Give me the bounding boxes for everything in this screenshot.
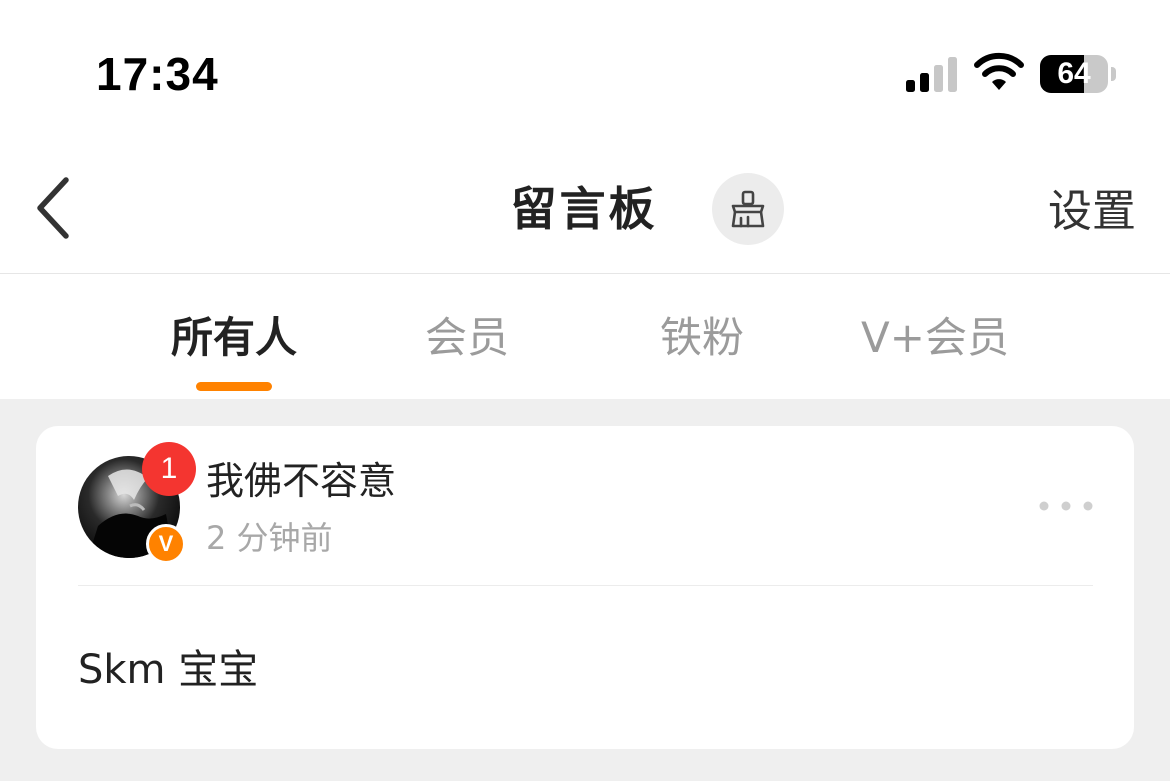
status-bar: 17:34 64 [0, 0, 1170, 140]
tab-iron-fans[interactable]: 铁粉 [655, 310, 749, 400]
card-divider [78, 585, 1093, 586]
message-card[interactable]: 1 V 我佛不容意 2 分钟前 Skm 宝宝 [36, 426, 1134, 749]
verified-mark: V [158, 531, 174, 556]
more-button[interactable] [1036, 492, 1096, 520]
battery-tip [1111, 67, 1116, 81]
filter-tabs: 所有人 会员 铁粉 V+会员 [0, 274, 1170, 399]
username[interactable]: 我佛不容意 [206, 456, 396, 506]
page-title: 留言板 [510, 182, 658, 236]
broom-icon [731, 190, 765, 228]
tab-members[interactable]: 会员 [420, 310, 514, 400]
settings-button[interactable]: 设置 [1048, 184, 1136, 240]
active-tab-indicator [196, 382, 272, 391]
verified-badge: V [146, 524, 186, 564]
unread-badge: 1 [142, 442, 196, 496]
tab-all[interactable]: 所有人 [166, 310, 302, 400]
battery-body: 64 [1040, 55, 1108, 93]
status-time: 17:34 [96, 48, 219, 100]
message-text: Skm 宝宝 [78, 647, 259, 693]
nav-title-wrap: 留言板 [0, 178, 1170, 240]
clean-button[interactable] [712, 173, 784, 245]
chevron-left-icon [37, 177, 69, 239]
more-icon [1039, 501, 1093, 511]
message-list: 1 V 我佛不容意 2 分钟前 Skm 宝宝 [0, 399, 1170, 781]
tab-label: 铁粉 [659, 313, 744, 362]
tab-label: V+会员 [861, 313, 1009, 362]
battery-icon: 64 [1040, 55, 1118, 93]
post-time: 2 分钟前 [206, 519, 333, 557]
wifi-icon [974, 52, 1024, 90]
tab-vplus-members[interactable]: V+会员 [860, 310, 1010, 400]
signal-icon [906, 57, 957, 92]
tab-label: 会员 [424, 313, 509, 362]
tab-label: 所有人 [170, 313, 297, 362]
back-button[interactable] [22, 168, 82, 248]
nav-bar: 留言板 设置 [0, 140, 1170, 274]
battery-level: 64 [1057, 57, 1091, 90]
